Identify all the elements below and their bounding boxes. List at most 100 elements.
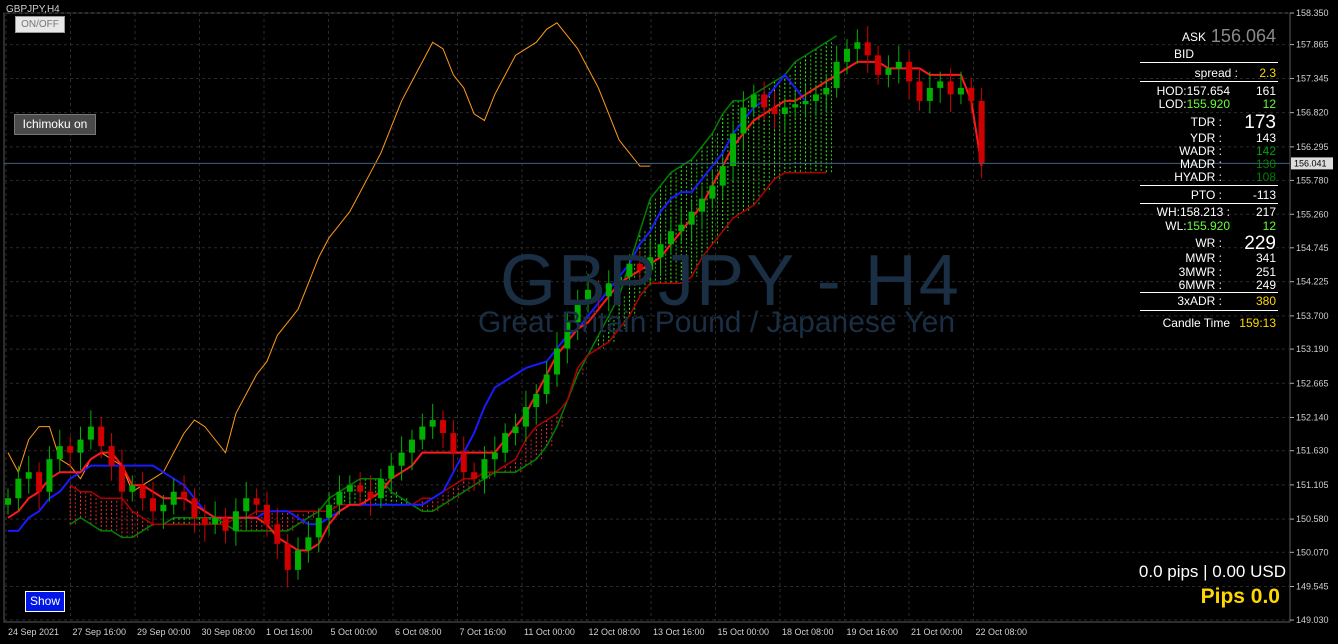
candle-body [730, 133, 737, 167]
x-tick-label: 1 Oct 16:00 [266, 627, 313, 637]
candle-body [926, 87, 933, 101]
lod-label: LOD:155.920 [1159, 97, 1230, 111]
candle-body [284, 543, 291, 570]
candle-body [377, 478, 384, 499]
candle-body [937, 81, 944, 88]
candle-body [15, 478, 22, 499]
candle-body [812, 94, 819, 101]
panel-divider [1140, 62, 1278, 63]
candle-body [357, 485, 364, 492]
ichimoku-toggle-button[interactable]: Ichimoku on [14, 114, 96, 135]
x-tick-label: 7 Oct 16:00 [460, 627, 507, 637]
candle-body [885, 68, 892, 75]
wl-value: 12 [1262, 219, 1276, 233]
candle-body [305, 537, 312, 551]
candle-body [67, 446, 74, 453]
candle-body [719, 166, 726, 186]
x-tick-label: 13 Oct 16:00 [653, 627, 705, 637]
candle-body [450, 433, 457, 453]
candle-body [698, 198, 705, 212]
ydr-row: YDR : 143 [1140, 131, 1278, 145]
bid-label: BID [1173, 47, 1194, 61]
candle-body [709, 185, 716, 199]
candle-body [408, 439, 415, 453]
candle-body [802, 100, 809, 105]
candle-body [875, 55, 882, 75]
x-tick-label: 21 Oct 00:00 [911, 627, 963, 637]
spread-row: spread : 2.3 [1140, 66, 1278, 80]
senkou-span-b-line [69, 171, 827, 526]
candle-body [243, 498, 250, 512]
candle-body [232, 511, 239, 531]
candle-body [150, 498, 157, 512]
x-tick-label: 6 Oct 08:00 [395, 627, 442, 637]
candle-body [957, 87, 964, 95]
y-tick-label: 152.665 [1296, 378, 1329, 388]
candle-body [864, 42, 871, 56]
y-tick-label: 155.780 [1296, 175, 1329, 185]
hod-label: HOD:157.654 [1156, 84, 1230, 98]
pto-label: PTO : [1190, 188, 1222, 202]
hyadr-row: HYADR : 108 [1140, 170, 1278, 184]
y-tick-label: 153.700 [1296, 311, 1329, 321]
pto-row: PTO : -113 [1140, 188, 1278, 202]
candle-body [678, 224, 685, 232]
y-tick-label: 157.345 [1296, 73, 1329, 83]
candle-body [781, 107, 788, 114]
candle-body [854, 42, 861, 49]
panel-divider [1140, 292, 1278, 293]
x-tick-label: 15 Oct 00:00 [718, 627, 770, 637]
y-tick-label: 158.350 [1296, 8, 1329, 18]
candle-body [87, 426, 94, 440]
xadr-value: 380 [1255, 294, 1276, 308]
pips-usd-readout: 0.0 pips | 0.00 USD [1138, 562, 1286, 581]
candle-body [792, 104, 799, 108]
x-tick-label: 27 Sep 16:00 [73, 627, 127, 637]
candle-body [274, 524, 281, 544]
candle-time-label: Candle Time [1162, 316, 1230, 330]
panel-divider [1140, 81, 1278, 82]
candle-body [833, 61, 840, 88]
wr-row: WR : 229 [1140, 233, 1278, 254]
madr-label: MADR : [1180, 157, 1222, 171]
ask-row: ASK 156.064 [1140, 26, 1278, 46]
lod-row: LOD:155.920 12 [1140, 97, 1278, 111]
candle-body [170, 491, 177, 505]
candle-body [295, 550, 302, 570]
candle-body [895, 61, 902, 69]
candle-body [543, 374, 550, 395]
wadr-value: 142 [1255, 144, 1276, 158]
y-tick-label: 154.225 [1296, 277, 1329, 287]
ydr-label: YDR : [1189, 131, 1222, 145]
mwr-value: 341 [1255, 251, 1276, 265]
show-button[interactable]: Show [25, 591, 65, 612]
y-tick-label: 155.260 [1296, 209, 1329, 219]
current-price-label: 156.041 [1294, 158, 1327, 168]
pips-total: Pips 0.0 [1200, 585, 1280, 608]
y-tick-label: 157.865 [1296, 40, 1329, 50]
ask-label: ASK [1181, 30, 1206, 44]
candle-body [688, 211, 695, 225]
candle-body [253, 498, 260, 505]
candle-body [916, 81, 923, 101]
candle-body [553, 348, 560, 375]
candle-body [315, 517, 322, 538]
on-off-button[interactable]: ON/OFF [15, 16, 65, 33]
candle-body [906, 61, 913, 82]
pto-value: -113 [1252, 188, 1276, 202]
candle-body [750, 94, 757, 108]
y-tick-label: 153.190 [1296, 344, 1329, 354]
candle-body [502, 433, 509, 453]
candle-body [98, 426, 105, 447]
candle-body [201, 517, 208, 525]
x-tick-label: 19 Oct 16:00 [847, 627, 899, 637]
candle-body [25, 472, 32, 479]
candle-body [212, 517, 219, 525]
madr-value: 130 [1255, 157, 1276, 171]
candle-body [118, 465, 125, 492]
lod-label-prefix: LOD: [1158, 97, 1187, 111]
bid-row: BID [1140, 47, 1278, 61]
candle-body [512, 426, 519, 434]
x-tick-label: 11 Oct 00:00 [524, 627, 575, 637]
mwr-row: MWR : 341 [1140, 251, 1278, 265]
